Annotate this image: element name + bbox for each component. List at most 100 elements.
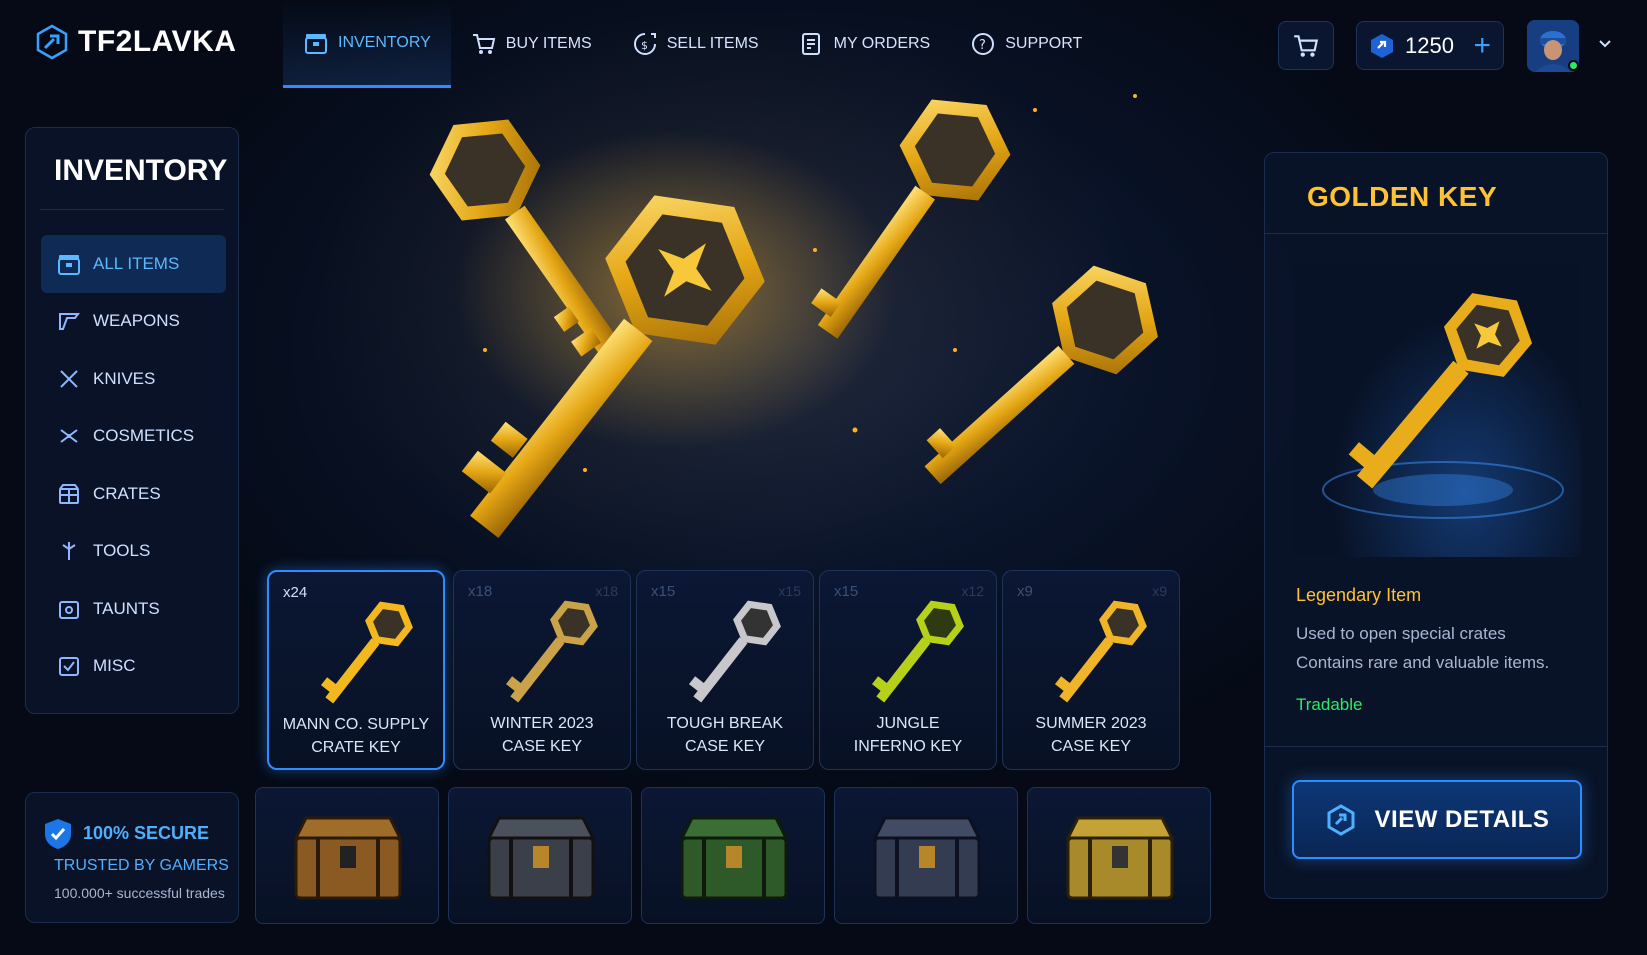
- nav-my-orders-label: MY ORDERS: [833, 35, 931, 52]
- crate-icon: [679, 816, 789, 900]
- category-list: ALL ITEMS WEAPONS KNIVES COSMETICS CRATE…: [41, 235, 226, 695]
- sidebar-item-cosmetics[interactable]: COSMETICS: [41, 408, 226, 466]
- top-bar: TF2LAVKA INVENTORY BUY ITEMS $ SELL ITEM…: [0, 0, 1647, 88]
- inventory-sidebar: INVENTORY ALL ITEMS WEAPONS KNIVES COSME…: [25, 127, 239, 714]
- nav-support[interactable]: ? SUPPORT: [950, 0, 1102, 88]
- item-name: JUNGLE INFERNO KEY: [853, 715, 963, 755]
- sidebar-item-all-items[interactable]: ALL ITEMS: [41, 235, 226, 293]
- sidebar-item-crates[interactable]: CRATES: [41, 465, 226, 523]
- item-name: SUMMER 2023 CASE KEY: [1035, 715, 1147, 755]
- item-detail-panel: GOLDEN KEY Legendary Item Used to open s…: [1264, 152, 1608, 899]
- sidebar-item-label: WEAPONS: [93, 311, 180, 331]
- hero-key-right: [924, 265, 1158, 485]
- main-nav: INVENTORY BUY ITEMS $ SELL ITEMS MY ORDE…: [283, 0, 1102, 88]
- nav-buy-items[interactable]: BUY ITEMS: [451, 0, 612, 88]
- view-details-button[interactable]: VIEW DETAILS: [1292, 780, 1582, 859]
- shield-icon: [45, 819, 71, 849]
- divider: [1265, 746, 1607, 747]
- key-icon: [320, 601, 413, 704]
- logo[interactable]: TF2LAVKA: [34, 24, 236, 60]
- online-status-dot: [1568, 60, 1579, 71]
- item-card[interactable]: x9 x9 SUMMER 2023 CASE KEY: [1002, 570, 1180, 770]
- coin-icon: [1371, 33, 1393, 58]
- divider: [1265, 233, 1607, 234]
- crate-icon: [872, 816, 982, 900]
- sidebar-title: INVENTORY: [54, 154, 228, 187]
- sidebar-item-label: KNIVES: [93, 368, 156, 388]
- item-name: TOUGH BREAK CASE KEY: [666, 715, 784, 755]
- secure-subtitle: TRUSTED BY GAMERS: [54, 857, 229, 874]
- balance-amount: 1250: [1405, 32, 1454, 58]
- weapons-icon: [59, 313, 80, 331]
- item-quantity-secondary: x9: [1152, 583, 1167, 599]
- crates-icon: [59, 483, 79, 504]
- view-details-label: VIEW DETAILS: [1374, 805, 1550, 833]
- crate-row: [255, 787, 1245, 924]
- brand-name: TF2LAVKA: [78, 25, 237, 58]
- details-icon: [1327, 803, 1355, 836]
- crate-icon: [486, 816, 596, 900]
- cart-icon: [472, 34, 496, 54]
- inventory-icon: [305, 33, 327, 54]
- misc-icon: [59, 657, 79, 677]
- item-card[interactable]: x18 x18 WINTER 2023 CASE KEY: [453, 570, 631, 770]
- nav-inventory[interactable]: INVENTORY: [283, 0, 451, 88]
- balance-widget[interactable]: 1250 +: [1356, 21, 1504, 70]
- all-items-icon: [58, 254, 80, 275]
- cart-button[interactable]: [1278, 21, 1334, 70]
- crate-icon: [1065, 816, 1175, 900]
- sidebar-item-misc[interactable]: MISC: [41, 638, 226, 696]
- item-quantity: x9: [1017, 583, 1033, 600]
- crate-card[interactable]: [448, 787, 632, 924]
- detail-title: GOLDEN KEY: [1307, 181, 1498, 212]
- hero-keys-artwork: [429, 94, 1158, 538]
- item-card[interactable]: x15 x15 TOUGH BREAK CASE KEY: [636, 570, 814, 770]
- item-grid: x24 MANN CO. SUPPLY CRATE KEY x18 x18 WIN…: [267, 570, 1240, 770]
- secure-note: 100.000+ successful trades: [54, 885, 225, 901]
- item-name: MANN CO. SUPPLY CRATE KEY: [282, 716, 430, 756]
- knives-icon: [60, 370, 78, 388]
- crate-card[interactable]: [834, 787, 1018, 924]
- key-icon: [1054, 600, 1147, 703]
- nav-my-orders[interactable]: MY ORDERS: [779, 0, 951, 88]
- nav-inventory-label: INVENTORY: [338, 33, 431, 51]
- detail-description: Used to open special crates Contains rare…: [1296, 624, 1550, 672]
- chevron-down-icon[interactable]: [1597, 36, 1613, 52]
- item-card[interactable]: x15 x12 JUNGLE INFERNO KEY: [819, 570, 997, 770]
- nav-sell-items-label: SELL ITEMS: [666, 35, 759, 52]
- svg-text:$: $: [641, 39, 648, 52]
- item-name: WINTER 2023 CASE KEY: [490, 715, 594, 755]
- crate-card[interactable]: [255, 787, 439, 924]
- tradable-status: Tradable: [1296, 695, 1363, 714]
- divider: [40, 209, 224, 210]
- sidebar-item-label: ALL ITEMS: [93, 253, 180, 273]
- svg-text:?: ?: [979, 38, 986, 53]
- item-card[interactable]: x24 MANN CO. SUPPLY CRATE KEY: [267, 570, 445, 770]
- nav-support-label: SUPPORT: [1005, 35, 1083, 52]
- cart-icon: [1294, 34, 1319, 57]
- secure-title: 100% SECURE: [83, 823, 210, 843]
- cosmetics-icon: [60, 429, 78, 444]
- tools-icon: [62, 542, 76, 561]
- detail-rarity: Legendary Item: [1296, 585, 1422, 605]
- crate-card[interactable]: [641, 787, 825, 924]
- key-icon: [505, 600, 598, 703]
- crate-card[interactable]: [1027, 787, 1211, 924]
- orders-icon: [801, 33, 820, 55]
- sidebar-item-label: CRATES: [93, 483, 161, 503]
- key-icon: [688, 600, 781, 703]
- crate-icon: [293, 816, 403, 900]
- sidebar-item-taunts[interactable]: TAUNTS: [41, 580, 226, 638]
- sidebar-item-weapons[interactable]: WEAPONS: [41, 293, 226, 351]
- golden-key-icon: [1322, 293, 1564, 519]
- sidebar-item-label: COSMETICS: [93, 426, 195, 446]
- secure-badge: 100% SECURE TRUSTED BY GAMERS 100.000+ s…: [25, 792, 239, 923]
- add-funds-button[interactable]: +: [1473, 30, 1491, 61]
- sidebar-item-tools[interactable]: TOOLS: [41, 523, 226, 581]
- taunts-icon: [59, 600, 79, 619]
- sidebar-item-label: MISC: [93, 656, 136, 676]
- logo-icon: [36, 24, 68, 60]
- sidebar-item-label: TOOLS: [93, 541, 151, 561]
- nav-sell-items[interactable]: $ SELL ITEMS: [612, 0, 779, 88]
- sidebar-item-knives[interactable]: KNIVES: [41, 350, 226, 408]
